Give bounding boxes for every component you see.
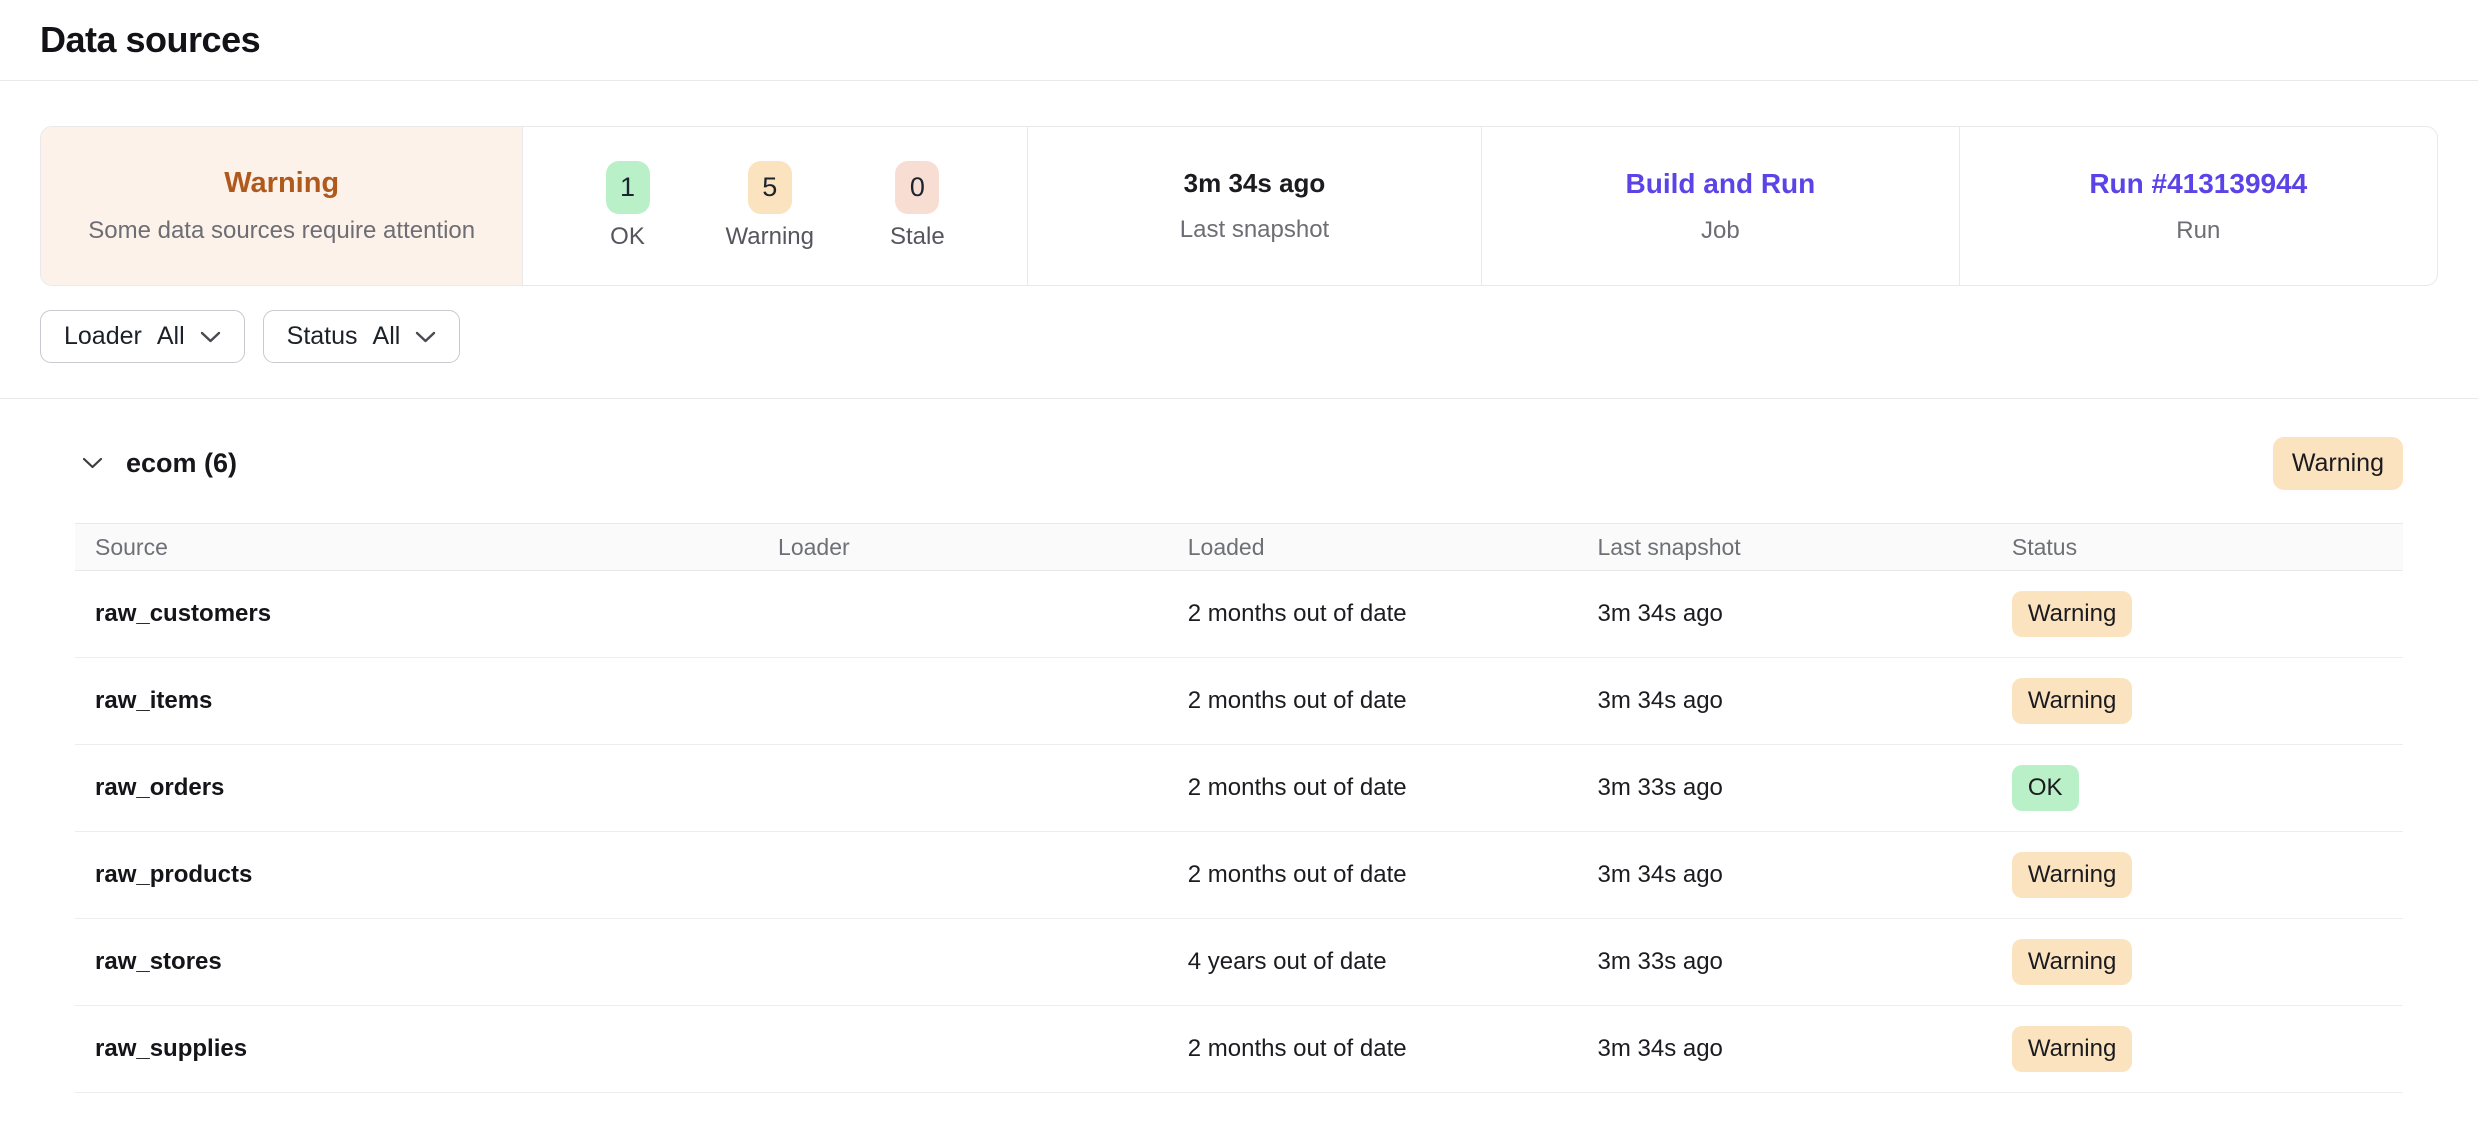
source-name: raw_supplies <box>75 1006 778 1093</box>
job-label: Job <box>1701 217 1740 245</box>
loader-filter-dropdown[interactable]: Loader All <box>40 310 245 363</box>
group-status-badge: Warning <box>2273 437 2403 490</box>
status-cell: Warning <box>2012 919 2403 1006</box>
group-header: ecom (6) Warning <box>75 424 2403 502</box>
last-snapshot-cell: 3m 34s ago <box>1597 571 2011 658</box>
warning-count-badge: 5 <box>748 161 792 214</box>
loader-cell <box>778 658 1188 745</box>
loader-filter-value: All <box>157 322 185 351</box>
status-badge: Warning <box>2012 591 2132 637</box>
stale-count-badge: 0 <box>895 161 939 214</box>
chevron-down-icon <box>200 331 221 343</box>
source-name: raw_products <box>75 832 778 919</box>
status-counts-card: 1 OK 5 Warning 0 Stale <box>522 127 1026 285</box>
warning-count: 5 Warning <box>726 161 814 251</box>
source-name: raw_orders <box>75 745 778 832</box>
stale-count: 0 Stale <box>890 161 945 251</box>
loaded-cell: 2 months out of date <box>1188 832 1598 919</box>
chevron-down-icon <box>415 331 436 343</box>
last-snapshot-card: 3m 34s ago Last snapshot <box>1027 127 1481 285</box>
table-row[interactable]: raw_orders 2 months out of date 3m 33s a… <box>75 745 2403 832</box>
status-cell: Warning <box>2012 571 2403 658</box>
job-link[interactable]: Build and Run <box>1626 168 1816 200</box>
col-source: Source <box>75 524 778 571</box>
group-label: ecom (6) <box>126 448 237 479</box>
stale-count-label: Stale <box>890 223 945 251</box>
section-divider <box>0 398 2478 399</box>
status-badge: OK <box>2012 765 2079 811</box>
chevron-down-icon <box>82 457 103 469</box>
ok-count: 1 OK <box>606 161 650 251</box>
loader-cell <box>778 1006 1188 1093</box>
last-snapshot-value: 3m 34s ago <box>1184 168 1326 199</box>
status-badge: Warning <box>2012 678 2132 724</box>
status-badge: Warning <box>2012 852 2132 898</box>
overall-status-subtitle: Some data sources require attention <box>88 217 475 245</box>
table-row[interactable]: raw_items 2 months out of date 3m 34s ag… <box>75 658 2403 745</box>
ok-count-badge: 1 <box>606 161 650 214</box>
loaded-cell: 4 years out of date <box>1188 919 1598 1006</box>
status-cell: OK <box>2012 745 2403 832</box>
table-row[interactable]: raw_stores 4 years out of date 3m 33s ag… <box>75 919 2403 1006</box>
last-snapshot-cell: 3m 34s ago <box>1597 658 2011 745</box>
last-snapshot-cell: 3m 33s ago <box>1597 745 2011 832</box>
job-card: Build and Run Job <box>1481 127 1958 285</box>
loader-cell <box>778 919 1188 1006</box>
source-name: raw_customers <box>75 571 778 658</box>
status-badge: Warning <box>2012 939 2132 985</box>
run-link[interactable]: Run #413139944 <box>2089 168 2307 200</box>
source-name: raw_stores <box>75 919 778 1006</box>
last-snapshot-cell: 3m 34s ago <box>1597 1006 2011 1093</box>
col-last-snapshot: Last snapshot <box>1597 524 2011 571</box>
loaded-cell: 2 months out of date <box>1188 1006 1598 1093</box>
sources-table-body: raw_customers 2 months out of date 3m 34… <box>75 571 2403 1093</box>
status-filter-name: Status <box>287 322 358 351</box>
status-badge: Warning <box>2012 1026 2132 1072</box>
status-cell: Warning <box>2012 832 2403 919</box>
loaded-cell: 2 months out of date <box>1188 658 1598 745</box>
loader-filter-name: Loader <box>64 322 142 351</box>
table-row[interactable]: raw_supplies 2 months out of date 3m 34s… <box>75 1006 2403 1093</box>
sources-table: Source Loader Loaded Last snapshot Statu… <box>75 523 2403 1093</box>
source-name: raw_items <box>75 658 778 745</box>
loader-cell <box>778 832 1188 919</box>
table-row[interactable]: raw_products 2 months out of date 3m 34s… <box>75 832 2403 919</box>
col-status: Status <box>2012 524 2403 571</box>
status-cell: Warning <box>2012 658 2403 745</box>
overall-status-card: Warning Some data sources require attent… <box>41 127 522 285</box>
page-header: Data sources <box>0 0 2478 81</box>
status-filter-value: All <box>373 322 401 351</box>
loader-cell <box>778 745 1188 832</box>
last-snapshot-cell: 3m 33s ago <box>1597 919 2011 1006</box>
ok-count-label: OK <box>610 223 645 251</box>
col-loader: Loader <box>778 524 1188 571</box>
loaded-cell: 2 months out of date <box>1188 745 1598 832</box>
warning-count-label: Warning <box>726 223 814 251</box>
table-row[interactable]: raw_customers 2 months out of date 3m 34… <box>75 571 2403 658</box>
filters-row: Loader All Status All <box>40 310 2438 363</box>
loader-cell <box>778 571 1188 658</box>
table-header-row: Source Loader Loaded Last snapshot Statu… <box>75 524 2403 571</box>
loaded-cell: 2 months out of date <box>1188 571 1598 658</box>
status-cell: Warning <box>2012 1006 2403 1093</box>
group-collapse-toggle[interactable] <box>75 446 109 480</box>
col-loaded: Loaded <box>1188 524 1598 571</box>
source-group-ecom: ecom (6) Warning Source Loader Loaded La… <box>0 424 2478 1093</box>
run-label: Run <box>2176 217 2220 245</box>
last-snapshot-label: Last snapshot <box>1180 216 1329 244</box>
overall-status-title: Warning <box>224 167 339 200</box>
summary-bar: Warning Some data sources require attent… <box>40 126 2438 286</box>
last-snapshot-cell: 3m 34s ago <box>1597 832 2011 919</box>
status-filter-dropdown[interactable]: Status All <box>263 310 461 363</box>
page-title: Data sources <box>40 19 260 61</box>
run-card: Run #413139944 Run <box>1959 127 2437 285</box>
